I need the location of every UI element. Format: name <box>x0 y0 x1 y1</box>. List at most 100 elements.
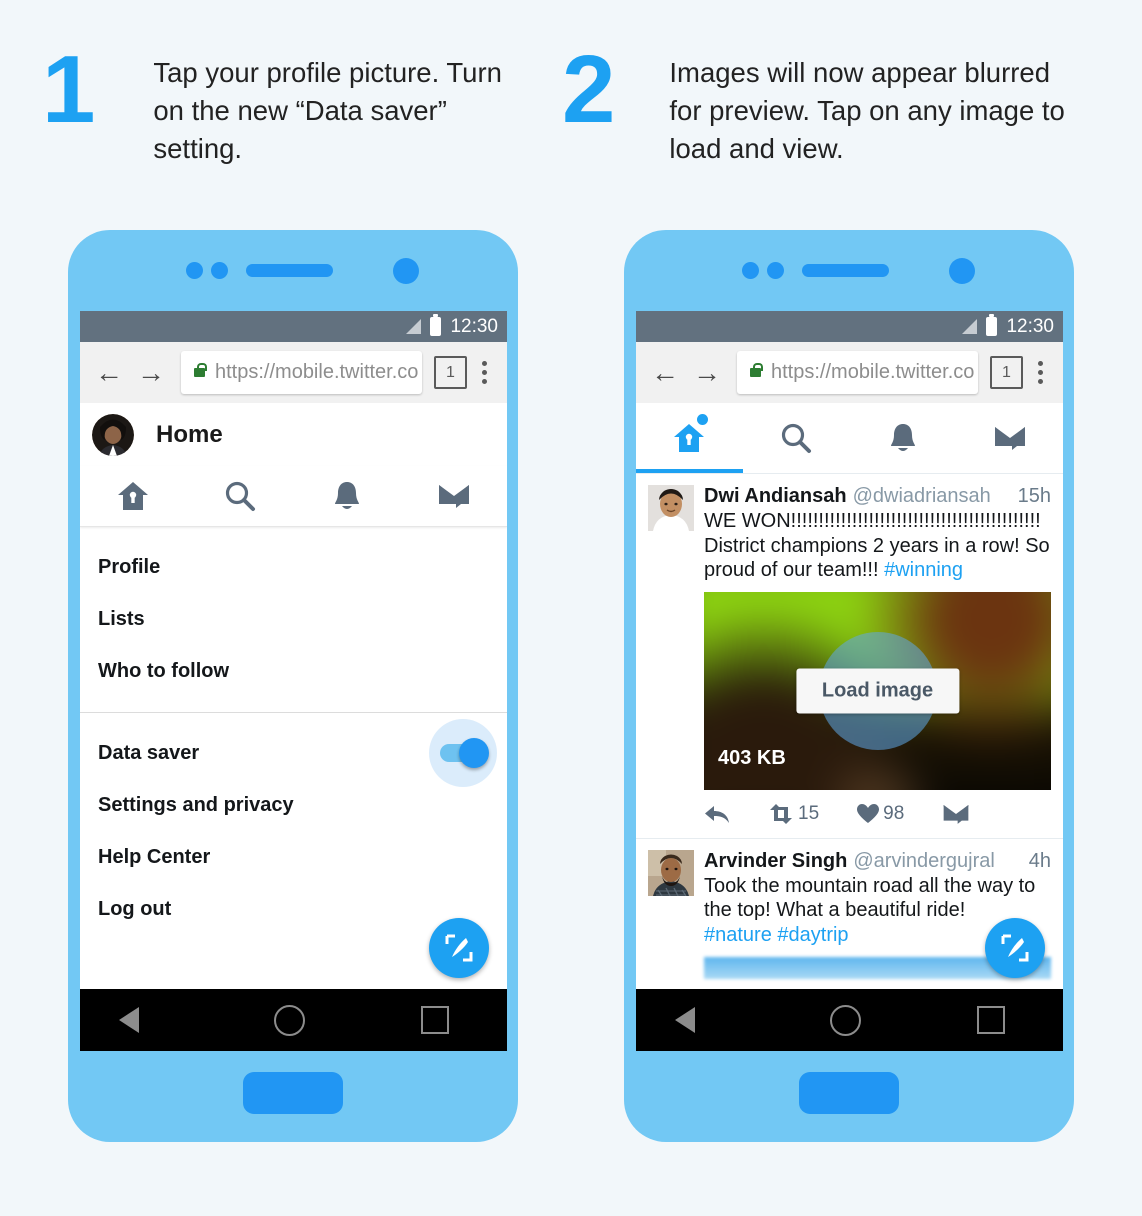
retweet-count: 15 <box>798 802 820 824</box>
signal-bars-icon <box>406 319 422 334</box>
twitter-tab-bar <box>636 403 1063 474</box>
browser-forward-icon[interactable]: → <box>130 358 172 387</box>
tweet-author-name[interactable]: Arvinder Singh <box>704 850 847 873</box>
phone-mockup-1: 12:30 ← → https://mobile.twitter.co 1 Ho… <box>68 230 518 1142</box>
envelope-icon <box>943 804 969 824</box>
back-triangle-icon[interactable] <box>118 1006 159 1034</box>
sidebar-item-home[interactable] <box>80 466 187 526</box>
menu-item-help-center[interactable]: Help Center <box>80 831 507 883</box>
home-icon <box>118 482 149 510</box>
menu-item-label: Help Center <box>98 845 211 868</box>
data-saver-toggle[interactable] <box>429 719 497 787</box>
heart-icon <box>857 803 880 823</box>
tab-search[interactable] <box>743 403 850 473</box>
sidebar-item-search[interactable] <box>187 466 294 526</box>
tweet-author-handle[interactable]: @dwiadriansah <box>853 485 991 508</box>
sidebar-item-notifications[interactable] <box>294 466 401 526</box>
compose-tweet-button[interactable] <box>429 918 489 978</box>
back-triangle-icon[interactable] <box>674 1006 715 1034</box>
step-2-number: 2 <box>562 36 615 143</box>
retweet-button[interactable]: 15 <box>768 803 819 825</box>
phone-home-button[interactable] <box>243 1072 343 1114</box>
page-title: Home <box>156 420 223 448</box>
like-button[interactable]: 98 <box>857 803 904 825</box>
phone-speaker-icon <box>246 264 333 277</box>
search-icon <box>782 423 812 453</box>
phone-sensor-dot-icon <box>767 262 784 279</box>
compose-tweet-button[interactable] <box>985 918 1045 978</box>
phone-camera-icon <box>949 258 975 284</box>
toggle-track <box>440 738 489 768</box>
kebab-menu-icon[interactable] <box>1025 361 1055 384</box>
tweet-timestamp: 4h <box>1028 849 1051 872</box>
tab-messages[interactable] <box>956 403 1063 473</box>
tweet-author-name[interactable]: Dwi Andiansah <box>704 485 847 508</box>
battery-icon <box>986 314 998 336</box>
twitter-header: Home <box>80 403 507 466</box>
android-navigation-bar <box>636 989 1063 1051</box>
address-bar[interactable]: https://mobile.twitter.co <box>181 351 422 394</box>
tweet-header: Dwi Andiansah @dwiadriansah 15h <box>704 485 1051 508</box>
search-icon <box>226 481 256 511</box>
menu-item-who-to-follow[interactable]: Who to follow <box>80 645 507 697</box>
android-navigation-bar <box>80 989 507 1051</box>
step-2-text: Images will now appear blurred for previ… <box>669 57 1065 164</box>
browser-back-icon[interactable]: ← <box>644 358 686 387</box>
menu-item-label: Who to follow <box>98 659 230 682</box>
menu-item-settings-and-privacy[interactable]: Settings and privacy <box>80 779 507 831</box>
step-1-text: Tap your profile picture. Turn on the ne… <box>153 57 502 164</box>
menu-item-label: Settings and privacy <box>98 793 294 816</box>
tweet-hashtag[interactable]: #nature #daytrip <box>704 924 849 946</box>
home-circle-icon[interactable] <box>274 1004 306 1036</box>
bell-icon <box>334 482 359 509</box>
browser-forward-icon[interactable]: → <box>686 358 728 387</box>
tab-home[interactable] <box>636 403 743 473</box>
tweet-item[interactable]: Dwi Andiansah @dwiadriansah 15h WE WON!!… <box>636 474 1063 839</box>
tweet-media-preview[interactable]: Load image 403 KB <box>704 591 1051 790</box>
twitter-tab-bar <box>80 466 507 527</box>
browser-back-icon[interactable]: ← <box>88 358 130 387</box>
address-bar[interactable]: https://mobile.twitter.co <box>737 351 978 394</box>
home-circle-icon[interactable] <box>830 1004 862 1036</box>
notification-dot-icon <box>696 414 708 425</box>
load-image-button[interactable]: Load image <box>795 668 960 714</box>
recents-square-icon[interactable] <box>421 1006 450 1034</box>
status-bar-time: 12:30 <box>1006 315 1054 337</box>
direct-message-button[interactable] <box>942 803 970 825</box>
tab-counter-button[interactable]: 1 <box>434 356 467 389</box>
menu-item-lists[interactable]: Lists <box>80 593 507 645</box>
phone-home-button[interactable] <box>799 1072 899 1114</box>
menu-item-profile[interactable]: Profile <box>80 541 507 593</box>
avatar[interactable] <box>648 485 694 531</box>
menu-item-data-saver[interactable]: Data saver <box>80 719 507 787</box>
tweet-text-line-2: District champions 2 years in a row! So … <box>704 534 1050 582</box>
address-bar-url: https://mobile.twitter.co <box>771 361 975 383</box>
step-2-instruction: 2 Images will now appear blurred for pre… <box>562 36 1069 168</box>
lock-icon <box>194 363 207 377</box>
compose-icon <box>445 934 473 962</box>
tweet-content: Dwi Andiansah @dwiadriansah 15h WE WON!!… <box>704 485 1051 838</box>
phone-camera-icon <box>393 258 419 284</box>
phone-mockup-2: 12:30 ← → https://mobile.twitter.co 1 Dw… <box>624 230 1074 1142</box>
status-bar-time: 12:30 <box>450 315 498 337</box>
menu-item-label: Lists <box>98 607 145 630</box>
tab-notifications[interactable] <box>850 403 957 473</box>
compose-icon <box>1001 934 1029 962</box>
recents-square-icon[interactable] <box>977 1006 1006 1034</box>
sidebar-item-messages[interactable] <box>400 466 507 526</box>
avatar[interactable] <box>648 849 694 896</box>
tweet-author-handle[interactable]: @arvindergujral <box>853 850 994 873</box>
menu-item-label: Log out <box>98 897 172 920</box>
bell-icon <box>890 424 915 451</box>
tab-counter-button[interactable]: 1 <box>990 356 1023 389</box>
phone-sensor-dot-icon <box>742 262 759 279</box>
status-bar: 12:30 <box>80 311 507 342</box>
reply-button[interactable] <box>704 804 730 824</box>
browser-toolbar: ← → https://mobile.twitter.co 1 <box>80 342 507 403</box>
tweet-text-line-1: Took the mountain road all the way to th… <box>704 874 1036 922</box>
toggle-knob <box>459 738 489 768</box>
kebab-menu-icon[interactable] <box>469 361 499 384</box>
tweet-text: WE WON!!!!!!!!!!!!!!!!!!!!!!!!!!!!!!!!!!… <box>704 509 1051 583</box>
tweet-hashtag[interactable]: #winning <box>884 559 963 581</box>
profile-avatar[interactable] <box>92 413 134 456</box>
